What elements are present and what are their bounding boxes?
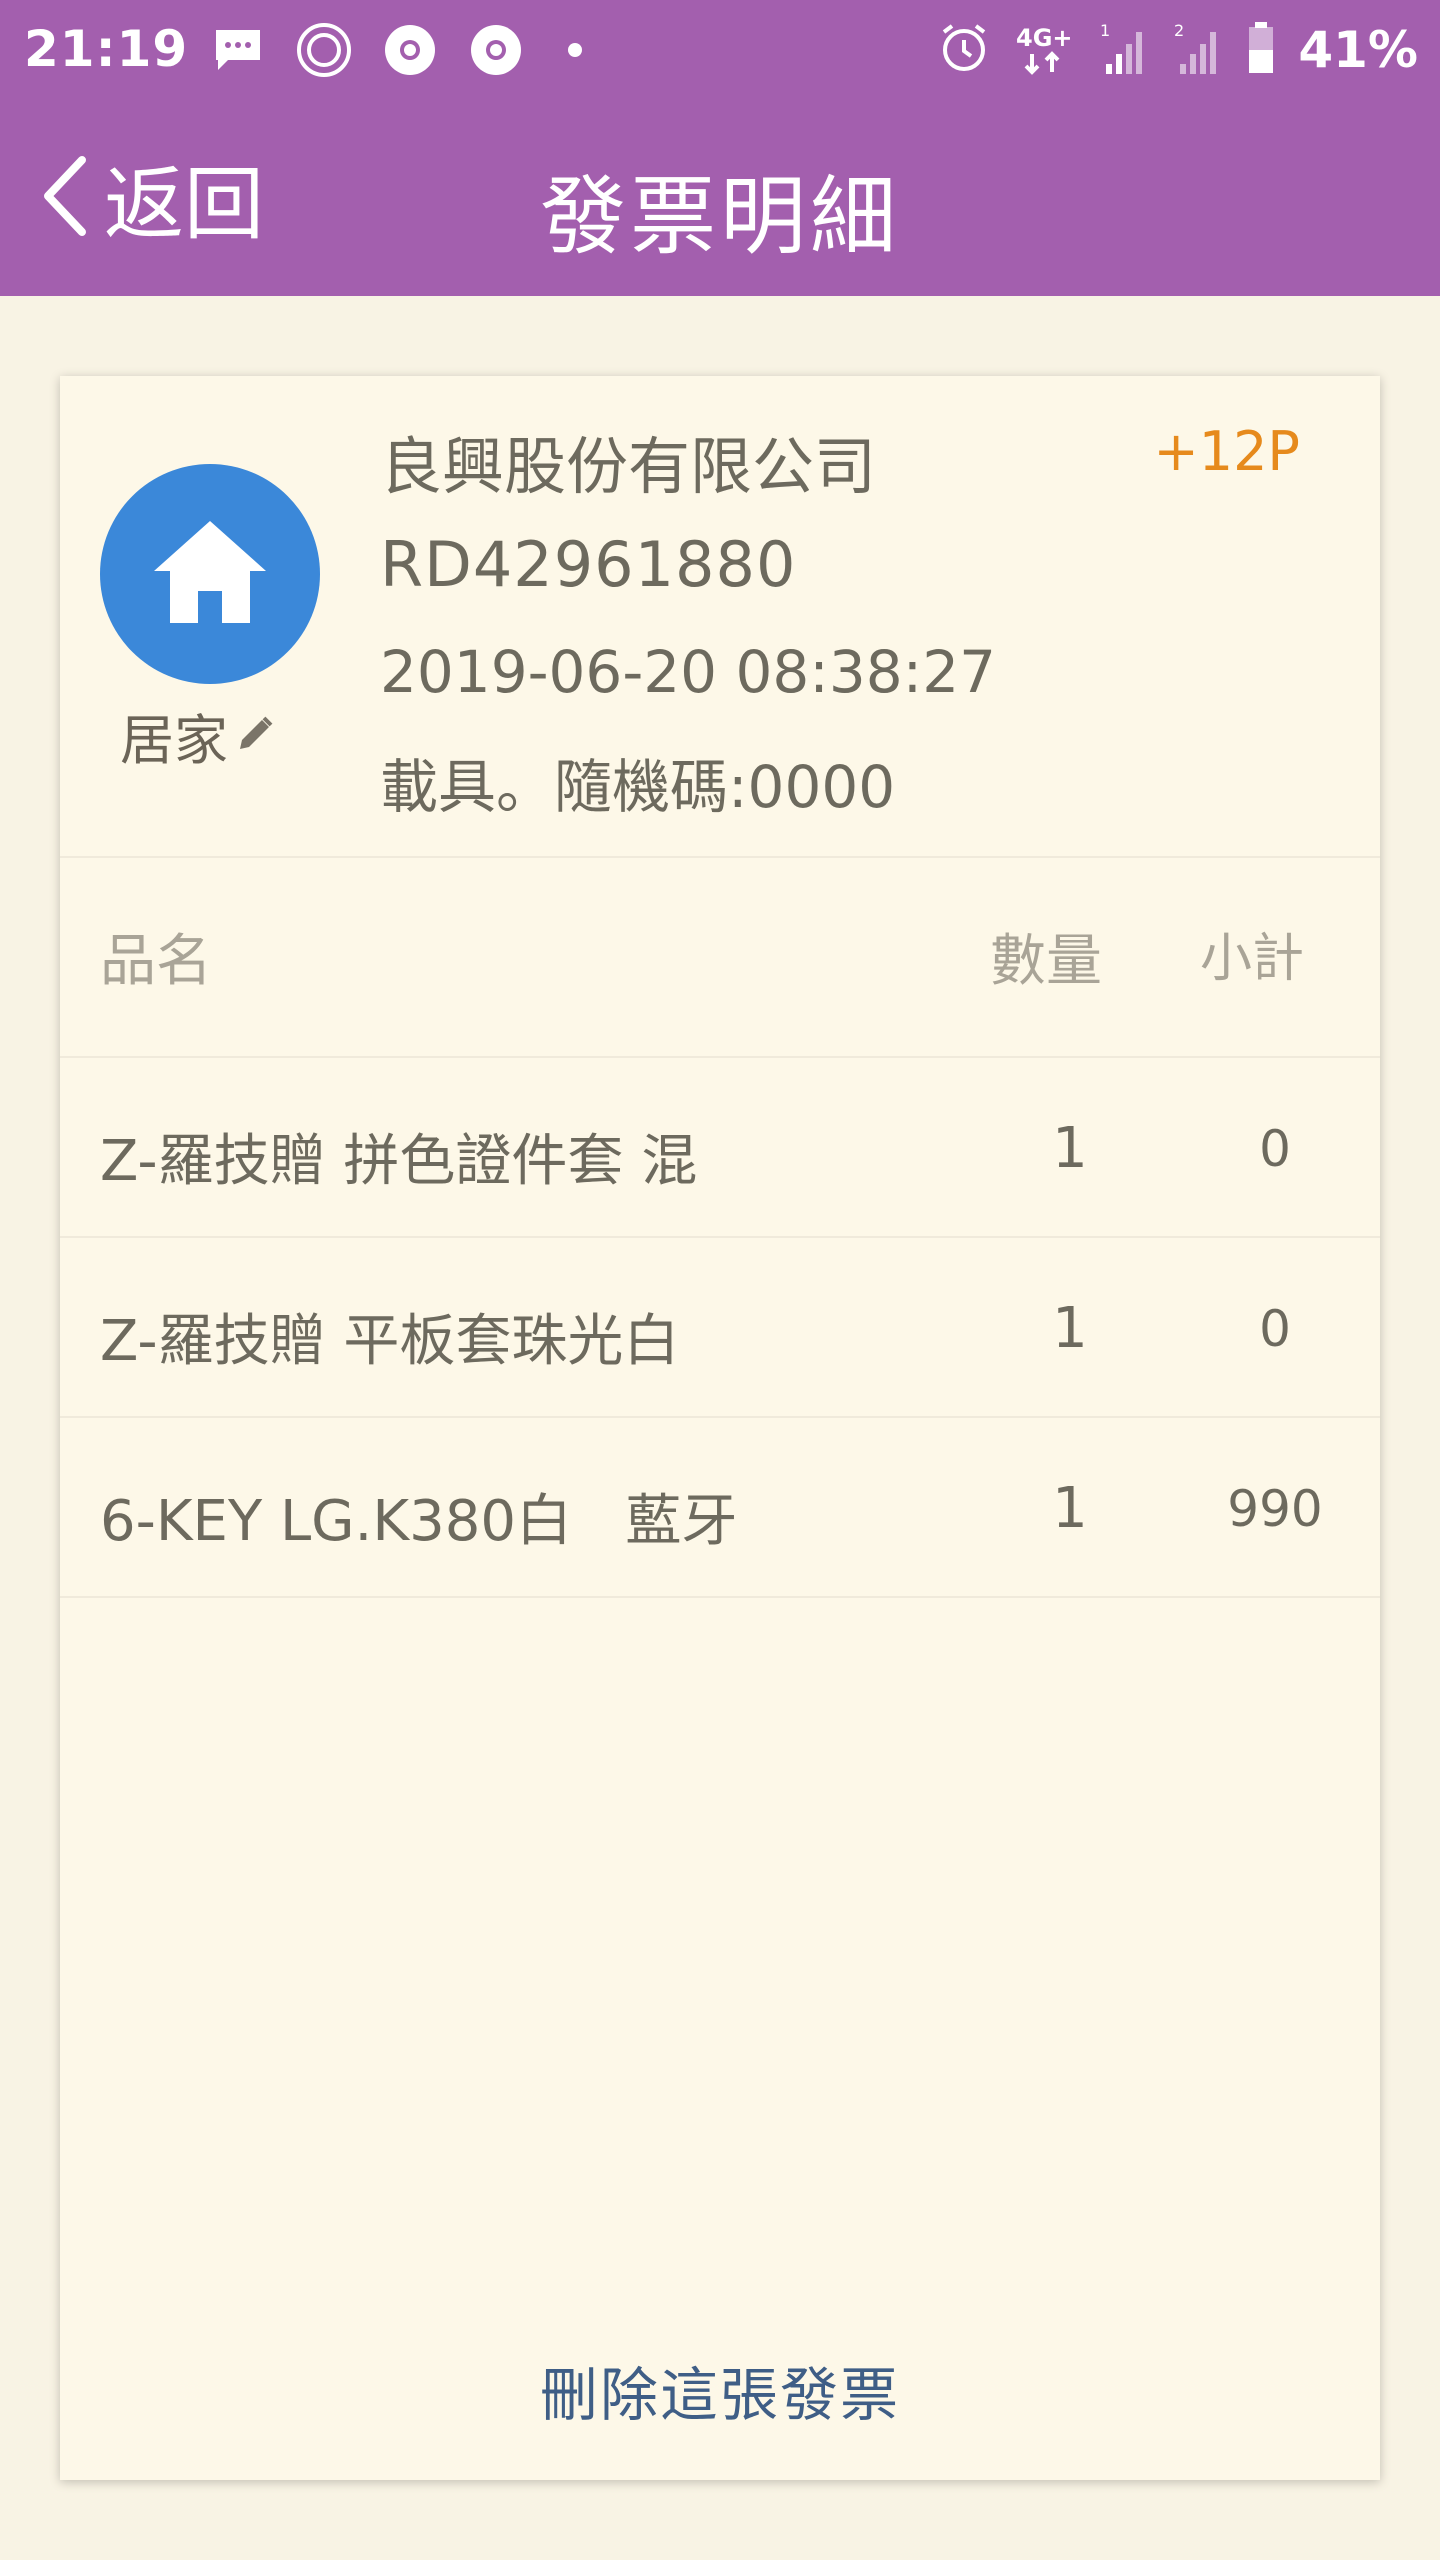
invoice-card: 居家 良興股份有限公司 +12P RD42961880 2019-06-20 0… bbox=[60, 376, 1380, 2480]
category-edit[interactable]: 居家 bbox=[120, 696, 274, 775]
points-badge: +12P bbox=[1153, 420, 1300, 483]
invoice-number: RD42961880 bbox=[380, 528, 797, 601]
pencil-icon[interactable] bbox=[236, 715, 274, 757]
signal-icon: 1 bbox=[1098, 20, 1150, 80]
browser-icon bbox=[296, 22, 352, 78]
column-header-qty: 數量 bbox=[990, 929, 1102, 994]
item-qty: 1 bbox=[1052, 1116, 1088, 1181]
table-row: Z-羅技贈 拼色證件套 混 1 0 bbox=[60, 1056, 1380, 1236]
item-subtotal: 0 bbox=[1259, 1120, 1291, 1178]
message-icon bbox=[210, 22, 266, 78]
table-row: 6-KEY LG.K380白 藍牙 1 990 bbox=[60, 1416, 1380, 1596]
more-notifications-dot bbox=[568, 43, 582, 57]
item-name: Z-羅技贈 拼色證件套 混 bbox=[100, 1129, 698, 1194]
home-icon bbox=[150, 517, 270, 631]
notification-icons bbox=[210, 22, 582, 78]
svg-text:1: 1 bbox=[1100, 21, 1110, 40]
item-qty: 1 bbox=[1052, 1476, 1088, 1541]
battery-percent: 41% bbox=[1298, 21, 1418, 79]
app-header: 返回 發票明細 bbox=[0, 100, 1440, 296]
invoice-datetime: 2019-06-20 08:38:27 bbox=[380, 638, 996, 706]
battery-icon bbox=[1246, 20, 1276, 80]
table-row: Z-羅技贈 平板套珠光白 1 0 bbox=[60, 1236, 1380, 1416]
chrome-icon bbox=[468, 22, 524, 78]
divider bbox=[60, 1596, 1380, 1598]
signal-icon: 2 bbox=[1172, 20, 1224, 80]
alarm-icon bbox=[938, 22, 990, 78]
divider bbox=[60, 856, 1380, 858]
status-bar: 21:19 4G+ 1 2 41% bbox=[0, 0, 1440, 100]
category-label: 居家 bbox=[120, 709, 228, 772]
item-name: Z-羅技贈 平板套珠光白 bbox=[100, 1309, 680, 1374]
network-4g-icon: 4G+ bbox=[1012, 20, 1076, 80]
svg-text:2: 2 bbox=[1174, 21, 1184, 40]
svg-text:4G+: 4G+ bbox=[1016, 24, 1073, 52]
category-avatar[interactable] bbox=[100, 464, 320, 684]
page-title: 發票明細 bbox=[540, 167, 900, 267]
item-name: 6-KEY LG.K380白 藍牙 bbox=[100, 1489, 738, 1554]
column-header-subtotal: 小計 bbox=[1200, 929, 1305, 989]
item-subtotal: 990 bbox=[1227, 1480, 1323, 1538]
seller-name: 良興股份有限公司 bbox=[380, 430, 877, 503]
delete-invoice-button[interactable]: 刪除這張發票 bbox=[60, 2348, 1380, 2432]
item-subtotal: 0 bbox=[1259, 1300, 1291, 1358]
carrier-info: 載具。隨機碼:0000 bbox=[380, 753, 896, 821]
item-qty: 1 bbox=[1052, 1296, 1088, 1361]
column-header-name: 品名 bbox=[100, 929, 212, 994]
system-icons: 4G+ 1 2 41% bbox=[938, 20, 1418, 80]
status-time: 21:19 bbox=[24, 20, 189, 78]
chrome-icon bbox=[382, 22, 438, 78]
